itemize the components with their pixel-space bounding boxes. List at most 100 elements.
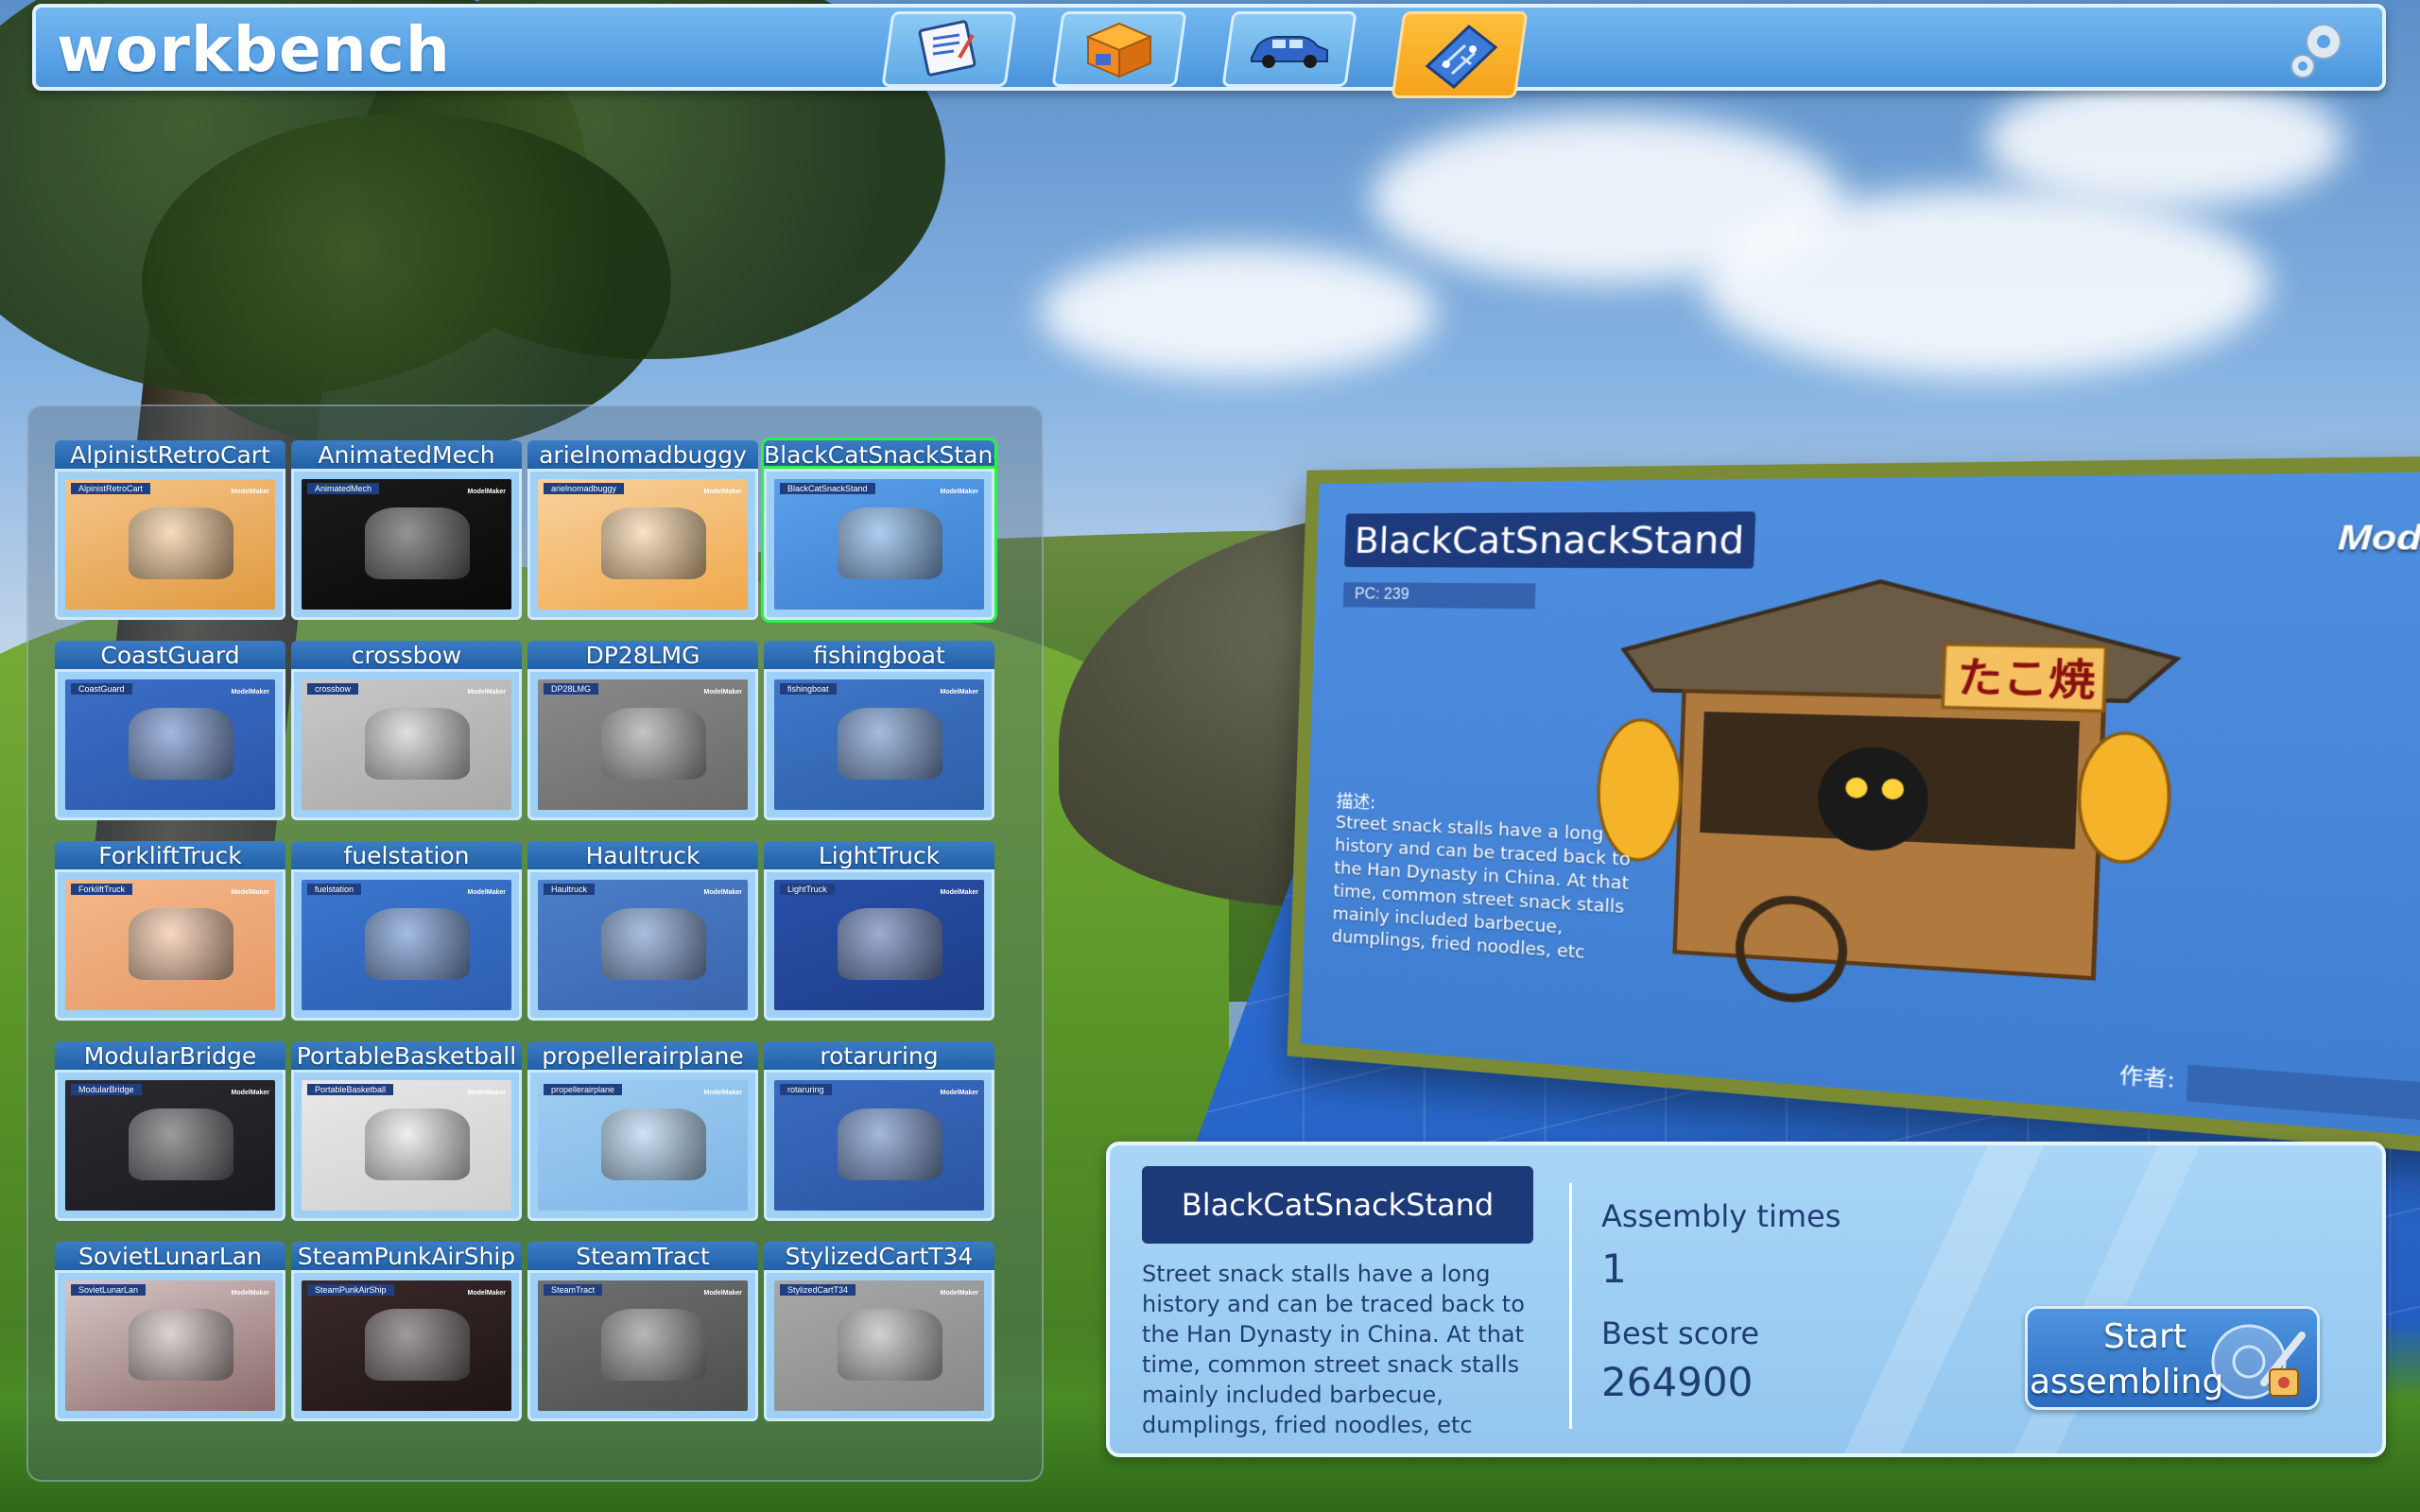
cloud [1040, 246, 1437, 378]
model-render [601, 507, 706, 579]
model-card[interactable]: ModularBridge ModularBridge ModelMaker [55, 1041, 285, 1221]
divider [1569, 1183, 1572, 1429]
thumbnail-title: PortableBasketball [307, 1084, 393, 1095]
model-card[interactable]: arielnomadbuggy arielnomadbuggy ModelMaker [527, 440, 758, 620]
model-thumbnail: AlpinistRetroCart ModelMaker [65, 479, 275, 610]
thumbnail-brand: ModelMaker [468, 889, 506, 896]
model-thumbnail: AnimatedMech ModelMaker [302, 479, 511, 610]
thumbnail-brand: ModelMaker [941, 489, 978, 495]
thumbnail-brand: ModelMaker [941, 1090, 978, 1096]
model-card[interactable]: PortableBasketball PortableBasketball Mode… [291, 1041, 522, 1221]
model-card-label: ForkliftTruck [55, 841, 285, 871]
model-thumbnail: SteamPunkAirShip ModelMaker [302, 1280, 511, 1411]
thumbnail-title: fishingboat [780, 683, 837, 695]
model-library-panel[interactable]: AlpinistRetroCart AlpinistRetroCart ModelM… [26, 404, 1044, 1482]
gear-icon[interactable] [2280, 13, 2356, 89]
model-card[interactable]: SteamPunkAirShip SteamPunkAirShip ModelMak… [291, 1242, 522, 1421]
model-card-label: SteamPunkAirShip [291, 1242, 522, 1272]
model-card[interactable]: SovietLunarLan SovietLunarLan ModelMaker [55, 1242, 285, 1421]
start-assembling-button[interactable]: Start assembling [2025, 1306, 2320, 1410]
model-card[interactable]: AlpinistRetroCart AlpinistRetroCart ModelM… [55, 440, 285, 620]
model-thumbnail: StylizedCartT34 ModelMaker [774, 1280, 984, 1411]
model-card-thumbnail-frame: rotaruring ModelMaker [764, 1070, 994, 1221]
model-card[interactable]: Haultruck Haultruck ModelMaker [527, 841, 758, 1021]
thumbnail-title: ModularBridge [71, 1084, 142, 1095]
model-card[interactable]: StylizedCartT34 StylizedCartT34 ModelMaker [764, 1242, 994, 1421]
stand-sign-text: たこ焼 [1957, 654, 2097, 706]
thumbnail-brand: ModelMaker [232, 489, 269, 495]
thumbnail-title: LightTruck [780, 884, 835, 895]
thumbnail-brand: ModelMaker [468, 1290, 506, 1297]
thumbnail-title: rotaruring [780, 1084, 832, 1095]
billboard-description: Street snack stalls have a long history … [1331, 812, 1658, 970]
thumbnail-brand: ModelMaker [232, 1290, 269, 1297]
model-card-label: BlackCatSnackStand [764, 440, 994, 471]
model-render [601, 1108, 706, 1180]
thumbnail-brand: ModelMaker [232, 689, 269, 696]
model-card-thumbnail-frame: fuelstation ModelMaker [291, 869, 522, 1021]
model-card[interactable]: propellerairplane propellerairplane ModelM… [527, 1041, 758, 1221]
model-info-panel: BlackCatSnackStand Street snack stalls h… [1106, 1142, 2386, 1457]
blueprint-icon [907, 18, 992, 80]
model-card[interactable]: LightTruck LightTruck ModelMaker [764, 841, 994, 1021]
model-render [129, 1108, 233, 1180]
model-render [601, 1309, 706, 1381]
thumbnail-title: CoastGuard [71, 683, 132, 695]
thumbnail-brand: ModelMaker [704, 889, 742, 896]
model-card[interactable]: BlackCatSnackStand BlackCatSnackStand Mode… [764, 440, 994, 620]
model-card-label: DP28LMG [527, 641, 758, 671]
thumbnail-title: fuelstation [307, 884, 361, 895]
model-card[interactable]: ForkliftTruck ForkliftTruck ModelMaker [55, 841, 285, 1021]
model-render [838, 908, 942, 980]
tab-parts[interactable] [1051, 11, 1186, 87]
thumbnail-title: SteamPunkAirShip [307, 1284, 394, 1296]
model-card-label: arielnomadbuggy [527, 440, 758, 471]
model-card-thumbnail-frame: SteamTract ModelMaker [527, 1270, 758, 1421]
model-card[interactable]: fishingboat fishingboat ModelMaker [764, 641, 994, 820]
circuit-board-icon [1414, 19, 1505, 91]
model-thumbnail: LightTruck ModelMaker [774, 880, 984, 1010]
model-thumbnail: rotaruring ModelMaker [774, 1080, 984, 1211]
model-card-thumbnail-frame: LightTruck ModelMaker [764, 869, 994, 1021]
model-card-label: crossbow [291, 641, 522, 671]
model-thumbnail: propellerairplane ModelMaker [538, 1080, 748, 1211]
model-card-thumbnail-frame: ModularBridge ModelMaker [55, 1070, 285, 1221]
tab-circuits[interactable] [1392, 11, 1529, 98]
start-button-label-line2: assembling [2030, 1362, 2223, 1403]
tab-blueprint[interactable] [881, 11, 1016, 87]
thumbnail-brand: ModelMaker [232, 1090, 269, 1096]
model-render [365, 908, 470, 980]
model-card-thumbnail-frame: BlackCatSnackStand ModelMaker [764, 469, 994, 620]
app-title: workbench [57, 13, 451, 86]
model-card[interactable]: crossbow crossbow ModelMaker [291, 641, 522, 820]
model-card[interactable]: SteamTract SteamTract ModelMaker [527, 1242, 758, 1421]
model-card[interactable]: fuelstation fuelstation ModelMaker [291, 841, 522, 1021]
model-card[interactable]: AnimatedMech AnimatedMech ModelMaker [291, 440, 522, 620]
model-card-label: fuelstation [291, 841, 522, 871]
model-card-label: SteamTract [527, 1242, 758, 1272]
model-card-thumbnail-frame: Haultruck ModelMaker [527, 869, 758, 1021]
model-thumbnail: ForkliftTruck ModelMaker [65, 880, 275, 1010]
thumbnail-title: AnimatedMech [307, 483, 379, 494]
model-card-thumbnail-frame: ForkliftTruck ModelMaker [55, 869, 285, 1021]
thumbnail-brand: ModelMaker [941, 1290, 978, 1297]
model-card-label: Haultruck [527, 841, 758, 871]
selected-model-description: Street snack stalls have a long history … [1142, 1259, 1539, 1440]
best-score-label: Best score [1601, 1315, 1759, 1351]
tab-vehicles[interactable] [1221, 11, 1357, 87]
model-card[interactable]: CoastGuard CoastGuard ModelMaker [55, 641, 285, 820]
model-render [129, 908, 233, 980]
best-score-value: 264900 [1601, 1359, 1753, 1405]
model-card-label: SovietLunarLan [55, 1242, 285, 1272]
model-card[interactable]: rotaruring rotaruring ModelMaker [764, 1041, 994, 1221]
model-thumbnail: Haultruck ModelMaker [538, 880, 748, 1010]
thumbnail-brand: ModelMaker [468, 489, 506, 495]
thumbnail-title: propellerairplane [544, 1084, 622, 1095]
model-card-label: LightTruck [764, 841, 994, 871]
model-card-thumbnail-frame: arielnomadbuggy ModelMaker [527, 469, 758, 620]
model-card-thumbnail-frame: StylizedCartT34 ModelMaker [764, 1270, 994, 1421]
thumbnail-title: ForkliftTruck [71, 884, 132, 895]
model-card-label: AnimatedMech [291, 440, 522, 471]
model-card[interactable]: DP28LMG DP28LMG ModelMaker [527, 641, 758, 820]
thumbnail-brand: ModelMaker [468, 1090, 506, 1096]
